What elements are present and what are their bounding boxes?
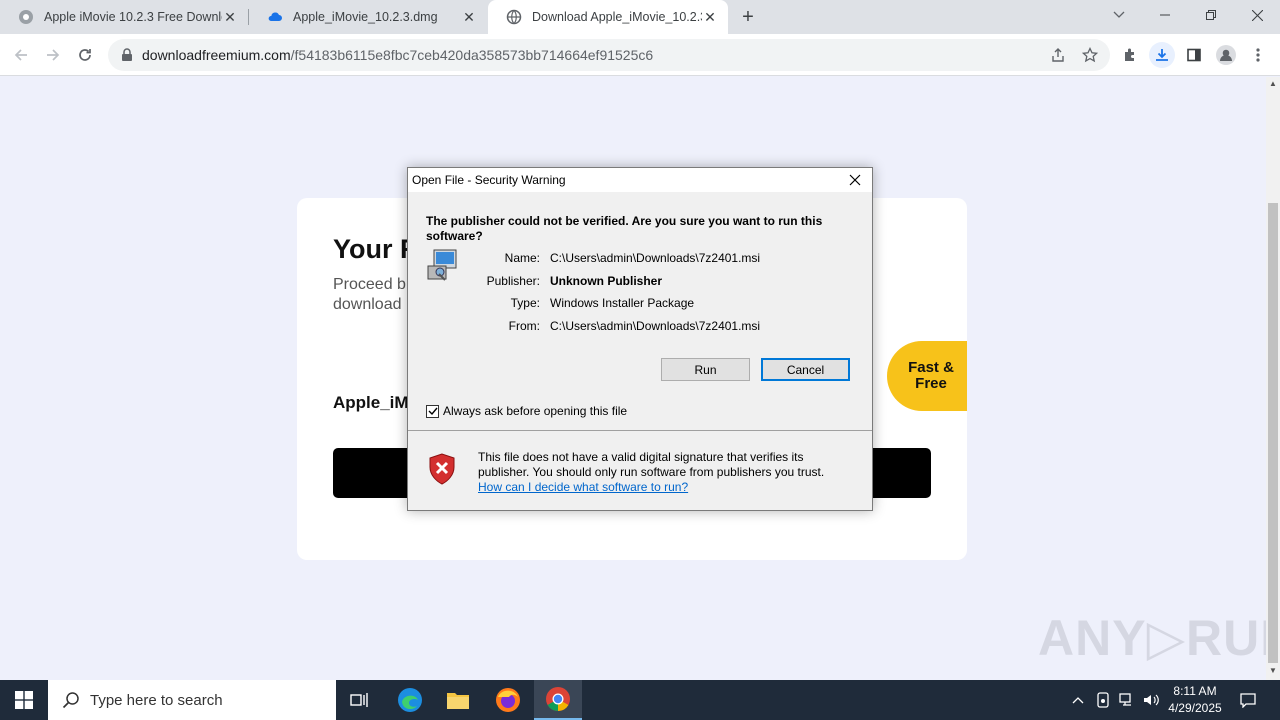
taskbar-search-box[interactable]: Type here to search [48, 680, 336, 720]
tray-chevron-up-icon[interactable] [1068, 680, 1088, 720]
browser-toolbar: downloadfreemium.com/f54183b6115e8fbc7ce… [0, 34, 1280, 76]
search-placeholder: Type here to search [90, 691, 223, 709]
field-publisher: Publisher: Unknown Publisher [448, 274, 662, 288]
scroll-up-arrow-icon[interactable]: ▲ [1266, 79, 1280, 91]
windows-logo-icon [15, 691, 33, 709]
close-window-button[interactable] [1234, 0, 1280, 30]
lock-icon [122, 48, 132, 61]
field-value: C:\Users\admin\Downloads\7z2401.msi [550, 251, 761, 265]
menu-kebab-icon[interactable] [1245, 42, 1271, 68]
url-text: downloadfreemium.com/f54183b6115e8fbc7ce… [142, 47, 653, 63]
security-warning-dialog: Open File - Security Warning The publish… [407, 167, 873, 511]
windows-taskbar: Type here to search 8:11 AM 4/29/2025 [0, 680, 1280, 720]
cancel-button[interactable]: Cancel [761, 358, 850, 381]
scroll-down-arrow-icon[interactable]: ▼ [1266, 666, 1280, 678]
always-ask-checkbox[interactable] [426, 404, 439, 418]
file-explorer-icon[interactable] [434, 680, 482, 720]
notification-icon[interactable] [1234, 680, 1262, 720]
network-icon[interactable] [1116, 680, 1138, 720]
tab-strip: Apple iMovie 10.2.3 Free Downlo ✕ Apple_… [0, 0, 1280, 34]
restore-button[interactable] [1188, 0, 1234, 30]
bookmark-star-icon[interactable] [1078, 43, 1102, 67]
tab-title: Apple_iMovie_10.2.3.dmg [293, 10, 438, 24]
fast-free-badge: Fast & Free [887, 341, 967, 411]
dialog-question: The publisher could not be verified. Are… [426, 214, 823, 243]
taskbar-clock[interactable]: 8:11 AM 4/29/2025 [1160, 683, 1230, 717]
field-value: C:\Users\admin\Downloads\7z2401.msi [550, 319, 761, 333]
extensions-puzzle-icon[interactable] [1117, 42, 1143, 68]
badge-line: Free [915, 375, 947, 392]
run-button[interactable]: Run [661, 358, 750, 381]
field-label: From: [508, 319, 540, 333]
field-label: Publisher: [486, 274, 540, 288]
tab-download-active[interactable]: Download Apple_iMovie_10.2.3.d ✕ [488, 0, 728, 34]
chrome-icon[interactable] [534, 680, 582, 720]
tab-imovie-download[interactable]: Apple iMovie 10.2.3 Free Downlo ✕ [0, 0, 248, 34]
apple-favicon-icon [19, 10, 33, 24]
new-tab-button[interactable]: + [737, 6, 759, 28]
field-name: Name: C:\Users\admin\Downloads\7z2401.msi [448, 251, 760, 265]
tab-title: Apple iMovie 10.2.3 Free Downlo [44, 10, 222, 24]
checkbox-label: Always ask before opening this file [443, 404, 628, 418]
dialog-note: This file does not have a valid digital … [478, 450, 858, 495]
firefox-icon[interactable] [484, 680, 532, 720]
start-button[interactable] [0, 680, 48, 720]
task-view-icon[interactable] [336, 680, 384, 720]
tab-title: Download Apple_iMovie_10.2.3.d [532, 10, 702, 24]
shield-error-icon [429, 453, 455, 485]
page-scrollbar[interactable]: ▲ ▼ [1266, 77, 1280, 680]
field-value: Windows Installer Package [550, 296, 695, 310]
clock-time: 8:11 AM [1173, 684, 1217, 698]
field-label: Name: [504, 251, 540, 265]
tab-close-icon[interactable]: ✕ [702, 9, 718, 25]
minimize-button[interactable] [1142, 0, 1188, 30]
note-text: This file does not have a valid digital … [478, 450, 825, 479]
tray-device-icon[interactable] [1092, 680, 1114, 720]
badge-line: Fast & [908, 359, 954, 376]
downloads-icon[interactable] [1149, 42, 1175, 68]
dialog-title: Open File - Security Warning [408, 168, 872, 192]
dialog-close-icon[interactable] [846, 171, 864, 189]
field-type: Type: Windows Installer Package [448, 296, 694, 310]
always-ask-row: Always ask before opening this file [426, 404, 627, 418]
address-bar[interactable]: downloadfreemium.com/f54183b6115e8fbc7ce… [108, 39, 1110, 71]
profile-avatar-icon[interactable] [1213, 42, 1239, 68]
tab-dmg[interactable]: Apple_iMovie_10.2.3.dmg ✕ [249, 0, 487, 34]
field-value: Unknown Publisher [550, 274, 663, 288]
reload-button[interactable] [72, 42, 98, 68]
tab-search-chevron-icon[interactable] [1096, 0, 1142, 30]
dialog-separator [408, 430, 872, 431]
field-from: From: C:\Users\admin\Downloads\7z2401.msi [448, 319, 760, 333]
share-icon[interactable] [1046, 43, 1070, 67]
forward-button[interactable] [40, 42, 66, 68]
url-domain: downloadfreemium.com [142, 47, 291, 63]
volume-icon[interactable] [1140, 680, 1162, 720]
help-link[interactable]: How can I decide what software to run? [478, 480, 688, 494]
tab-close-icon[interactable]: ✕ [461, 9, 477, 25]
scroll-thumb[interactable] [1268, 203, 1278, 663]
clock-date: 4/29/2025 [1168, 701, 1222, 715]
cloud-favicon-icon [268, 12, 282, 21]
search-icon [62, 692, 79, 709]
anyrun-watermark: ANY▷RUN [1038, 610, 1266, 666]
card-file-name: Apple_iM [333, 393, 409, 412]
card-heading: Your F [333, 234, 417, 264]
url-path: /f54183b6115e8fbc7ceb420da358573bb714664… [290, 47, 654, 63]
field-label: Type: [510, 296, 540, 310]
side-panel-icon[interactable] [1181, 42, 1207, 68]
edge-icon[interactable] [386, 680, 434, 720]
globe-favicon-icon [506, 9, 522, 25]
tab-close-icon[interactable]: ✕ [222, 9, 238, 25]
back-button[interactable] [8, 42, 34, 68]
